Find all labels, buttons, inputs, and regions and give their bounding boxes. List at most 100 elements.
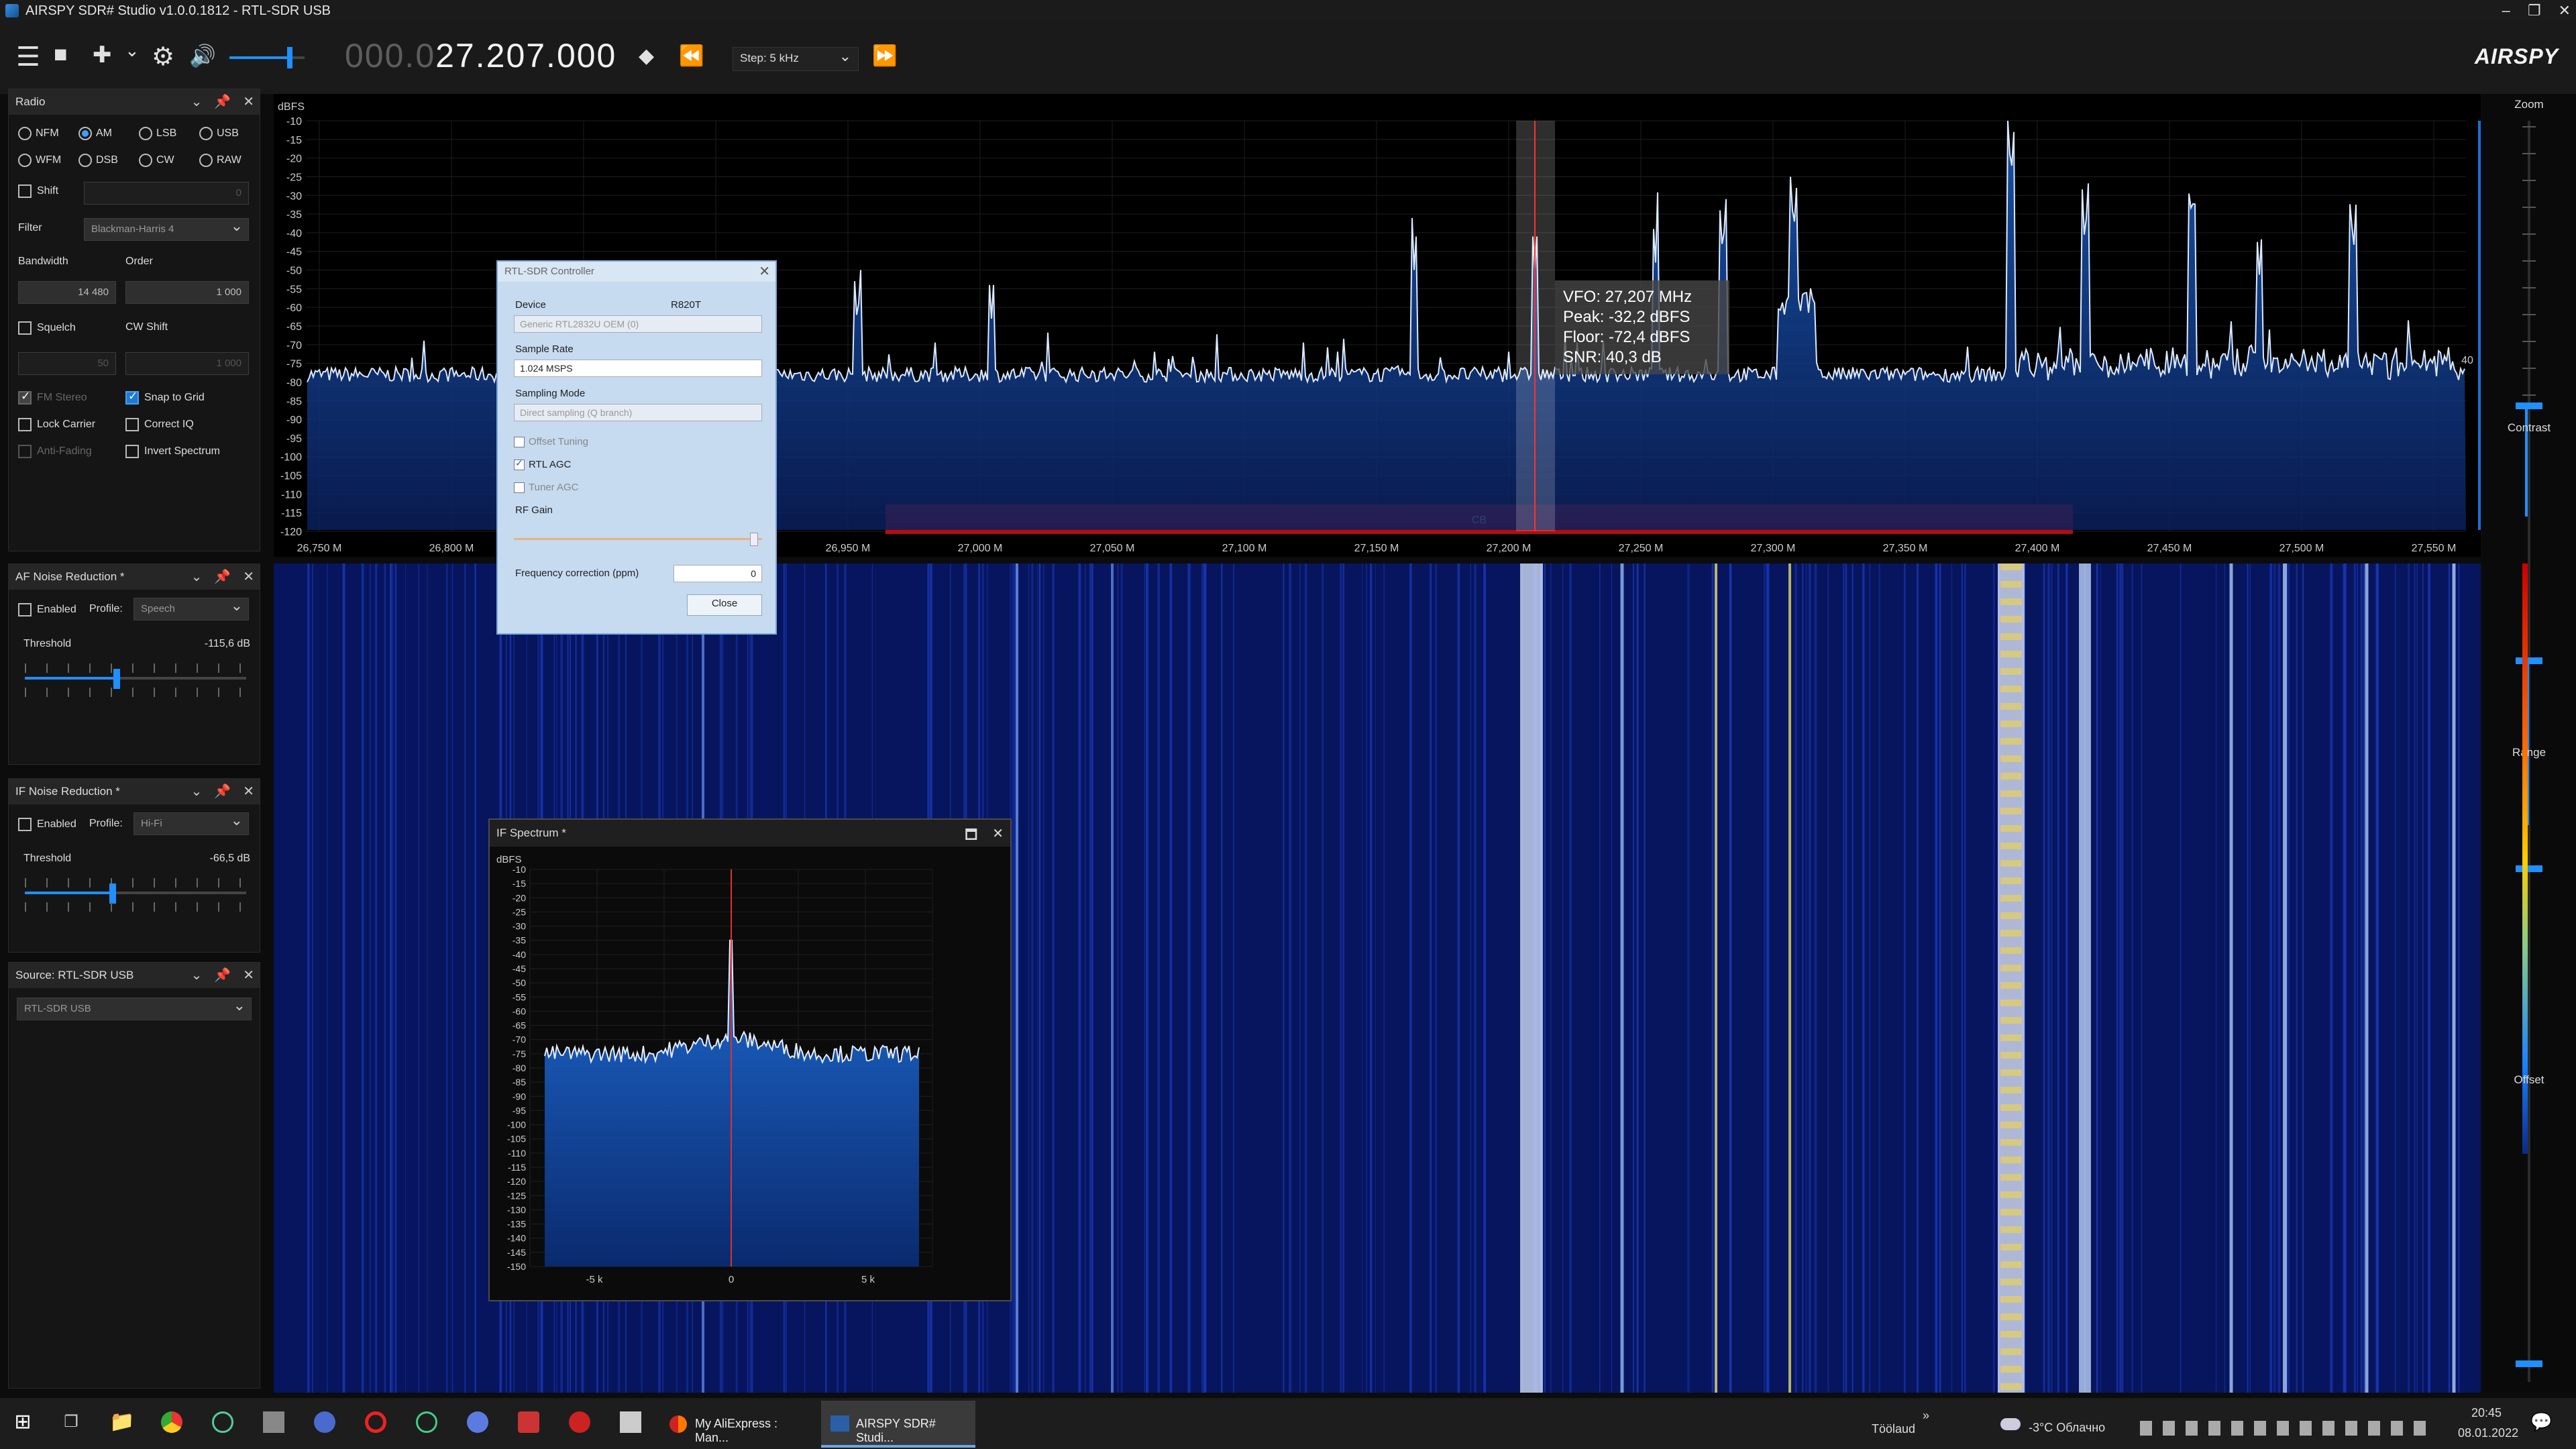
frequency-leading-digits[interactable]: 000.0 — [345, 37, 435, 74]
dialog-header[interactable]: RTL-SDR Controller ✕ — [498, 262, 775, 282]
app-icon-grid[interactable] — [263, 1411, 284, 1433]
chrome-icon[interactable] — [161, 1411, 182, 1433]
maximize-button[interactable]: ❐ — [2528, 2, 2541, 19]
radio-button-icon[interactable] — [78, 154, 92, 167]
mode-radio-lsb[interactable]: LSB — [139, 127, 176, 140]
shift-field[interactable]: 0 — [84, 182, 249, 205]
close-icon[interactable]: ✕ — [243, 967, 254, 983]
volume-icon[interactable]: 🔊 — [189, 43, 216, 68]
frequency-digits[interactable]: 27.207.000 — [435, 37, 616, 74]
shift-checkbox[interactable] — [18, 184, 32, 198]
offset-slider-thumb[interactable] — [2516, 1360, 2542, 1367]
dialog-close-icon[interactable]: ✕ — [759, 263, 770, 280]
if-profile-select[interactable]: Hi-Fi — [133, 812, 249, 835]
af-panel-header[interactable]: AF Noise Reduction * ⌄ 📌 ✕ — [9, 564, 260, 590]
squelch-checkbox[interactable] — [18, 321, 32, 335]
close-icon[interactable]: ✕ — [243, 783, 254, 800]
step-select[interactable]: Step: 5 kHz — [733, 47, 859, 71]
lock-carrier-checkbox[interactable] — [18, 418, 32, 431]
radio-button-icon[interactable] — [18, 127, 32, 140]
dialog-close-button[interactable]: Close — [687, 594, 762, 616]
maximize-icon[interactable]: 🗖 — [965, 825, 977, 848]
contrast-slider-thumb[interactable] — [2516, 657, 2542, 664]
invert-spectrum-checkbox[interactable] — [125, 445, 139, 458]
rtl-agc-checkbox[interactable] — [514, 458, 525, 471]
mode-radio-nfm[interactable]: NFM — [18, 127, 59, 140]
device-select[interactable]: Generic RTL2832U OEM (0) — [514, 315, 762, 333]
clock-time[interactable]: 20:45 — [2471, 1406, 2502, 1420]
source-panel-header[interactable]: Source: RTL-SDR USB ⌄ 📌 ✕ — [9, 963, 260, 988]
tune-icon[interactable]: ◆ — [639, 44, 654, 68]
opera-icon[interactable] — [365, 1411, 386, 1433]
frequency-correction-field[interactable]: 0 — [674, 565, 762, 582]
mode-radio-usb[interactable]: USB — [199, 127, 239, 140]
range-slider-thumb[interactable] — [2516, 865, 2542, 872]
radio-button-icon[interactable] — [139, 127, 152, 140]
offset-tuning-checkbox[interactable] — [514, 437, 525, 448]
close-icon[interactable]: ✕ — [992, 825, 1004, 848]
squelch-field[interactable]: 50 — [18, 352, 116, 375]
fast-forward-icon[interactable]: ⏩ — [872, 44, 897, 68]
radio-button-icon[interactable] — [139, 154, 152, 167]
tuner-agc-checkbox[interactable] — [514, 482, 525, 494]
correct-iq-checkbox[interactable] — [125, 418, 139, 431]
if-spectrum-header[interactable]: IF Spectrum * 🗖 ✕ — [490, 820, 1010, 847]
tray-icons[interactable] — [2140, 1421, 2428, 1436]
collapse-icon[interactable]: ⌄ — [191, 568, 203, 585]
order-field[interactable]: 1 000 — [125, 281, 249, 304]
taskbar-app-aliexpress[interactable]: My AliExpress : Man... — [660, 1401, 814, 1448]
stop-icon[interactable]: ■ — [54, 42, 68, 68]
app-icon-ring[interactable] — [416, 1411, 437, 1433]
clock-date[interactable]: 08.01.2022 — [2458, 1426, 2518, 1440]
app-icon-red[interactable] — [518, 1411, 539, 1433]
app-icon-red-round[interactable] — [569, 1411, 590, 1433]
cw-shift-field[interactable]: 1 000 — [125, 352, 249, 375]
task-view-icon[interactable]: ❐ — [58, 1409, 85, 1436]
radio-button-icon[interactable] — [199, 127, 213, 140]
sampling-mode-select[interactable]: Direct sampling (Q branch) — [514, 404, 762, 421]
toolbar-label[interactable]: Töölaud — [1872, 1422, 1915, 1436]
fm-stereo-checkbox[interactable] — [18, 390, 32, 405]
af-threshold-thumb[interactable] — [113, 669, 120, 689]
explorer-icon[interactable]: 📁 — [109, 1409, 136, 1436]
af-enabled-checkbox[interactable] — [18, 603, 32, 616]
add-menu-chevron-icon[interactable]: ⌄ — [125, 40, 140, 61]
app-icon-globe[interactable] — [467, 1411, 488, 1433]
radio-button-icon[interactable] — [18, 154, 32, 167]
mode-radio-cw[interactable]: CW — [139, 154, 174, 167]
collapse-icon[interactable]: ⌄ — [191, 783, 203, 800]
mode-radio-raw[interactable]: RAW — [199, 154, 241, 167]
volume-slider[interactable] — [229, 47, 305, 68]
app-icon-white[interactable] — [620, 1411, 641, 1433]
radio-button-icon[interactable] — [78, 127, 92, 140]
toolbar-chevron-icon[interactable]: » — [1923, 1409, 1929, 1423]
radio-button-icon[interactable] — [199, 154, 213, 167]
filter-select[interactable]: Blackman-Harris 4 — [84, 217, 249, 241]
pin-icon[interactable]: 📌 — [214, 783, 231, 800]
add-icon[interactable]: ✚ — [93, 42, 112, 68]
collapse-icon[interactable]: ⌄ — [191, 93, 203, 110]
app-icon-blue[interactable] — [314, 1411, 335, 1433]
menu-icon[interactable]: ☰ — [16, 42, 40, 72]
sample-rate-select[interactable]: 1.024 MSPS — [514, 360, 762, 377]
weather-label[interactable]: -3°C Облачно — [2029, 1421, 2105, 1435]
start-icon[interactable]: ⊞ — [9, 1409, 36, 1436]
mode-radio-wfm[interactable]: WFM — [18, 154, 61, 167]
collapse-icon[interactable]: ⌄ — [191, 967, 203, 983]
taskbar-app-sdr[interactable]: AIRSPY SDR# Studi... — [821, 1401, 975, 1448]
anti-fading-checkbox[interactable] — [18, 445, 32, 458]
snap-to-grid-checkbox[interactable] — [125, 390, 139, 405]
zoom-slider-thumb[interactable] — [2516, 402, 2542, 409]
notification-icon[interactable]: 💬 — [2530, 1411, 2552, 1432]
if-spectrum-plot[interactable]: dBFS-10-15-20-25-30-35-40-45-50-55-60-65… — [490, 847, 1010, 1300]
frequency-display[interactable]: 000.027.207.000 — [345, 36, 616, 75]
radio-panel-header[interactable]: Radio ⌄ 📌 ✕ — [9, 89, 260, 115]
rf-gain-thumb[interactable] — [750, 533, 758, 546]
if-threshold-thumb[interactable] — [109, 883, 116, 904]
rf-gain-slider[interactable] — [514, 538, 762, 540]
pin-icon[interactable]: 📌 — [214, 967, 231, 983]
close-icon[interactable]: ✕ — [243, 93, 254, 110]
app-icon-green[interactable] — [212, 1411, 233, 1433]
bandwidth-field[interactable]: 14 480 — [18, 281, 116, 304]
gear-icon[interactable]: ⚙ — [152, 42, 174, 72]
